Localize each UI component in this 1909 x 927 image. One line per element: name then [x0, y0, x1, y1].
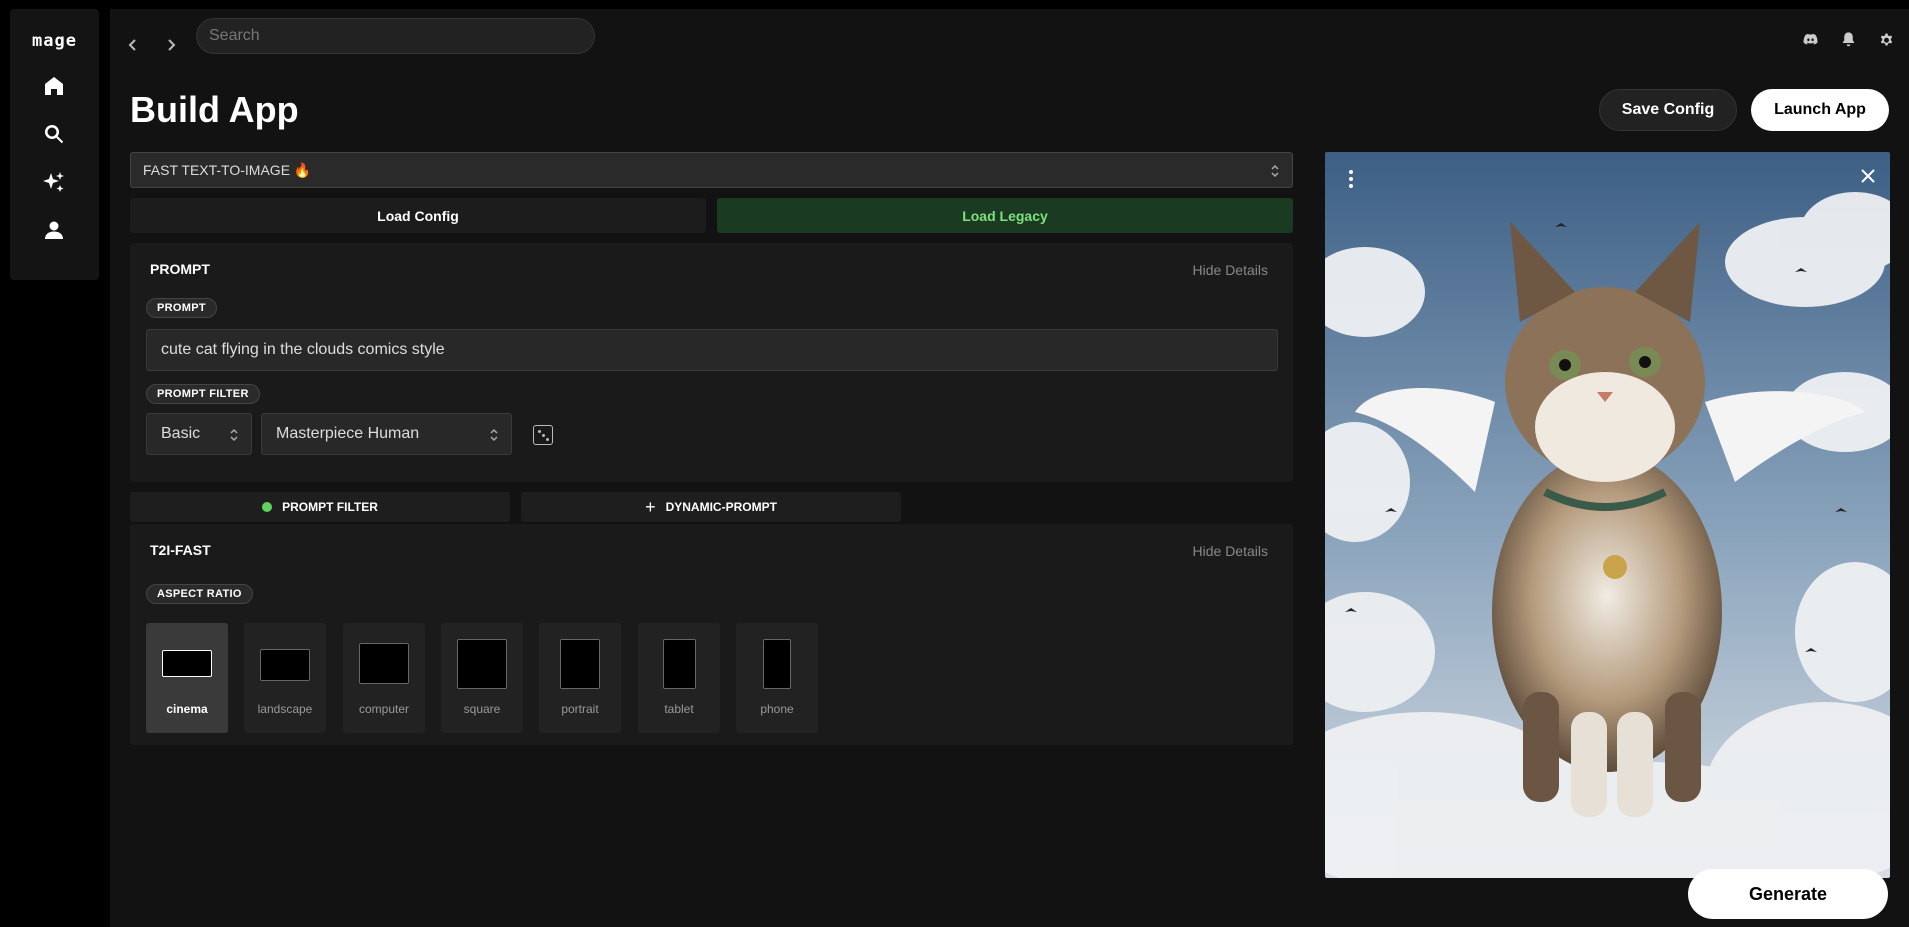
ratio-label: landscape: [257, 702, 313, 716]
launch-app-button[interactable]: Launch App: [1751, 89, 1889, 131]
sparkles-icon[interactable]: [39, 167, 69, 197]
model-select-value: FAST TEXT-TO-IMAGE 🔥: [143, 161, 312, 178]
ratio-phone[interactable]: phone: [736, 623, 818, 733]
prompt-filter-toggle-label: PROMPT FILTER: [282, 500, 378, 514]
filter-level-value: Basic: [161, 425, 201, 442]
load-legacy-button[interactable]: Load Legacy: [717, 198, 1293, 233]
t2i-card-title: T2I-FAST: [150, 542, 211, 558]
close-icon[interactable]: [1860, 168, 1876, 184]
page-title: Build App: [130, 89, 299, 130]
generated-image-preview[interactable]: [1325, 152, 1890, 878]
prompt-input[interactable]: [146, 329, 1278, 371]
ratio-landscape[interactable]: landscape: [244, 623, 326, 733]
cat-illustration: [1325, 152, 1890, 878]
bell-icon[interactable]: [1837, 28, 1859, 50]
chevron-up-down-icon: [1270, 163, 1280, 179]
ratio-label: computer: [358, 702, 410, 716]
ratio-cinema[interactable]: cinema: [146, 623, 228, 733]
prompt-filter-toggle[interactable]: PROMPT FILTER: [130, 492, 510, 522]
mage-logo[interactable]: mage: [10, 31, 99, 51]
random-dice-icon[interactable]: [533, 425, 553, 445]
computer-shape: [359, 643, 409, 684]
dynamic-prompt-toggle[interactable]: + DYNAMIC-PROMPT: [521, 492, 901, 522]
chevron-right-icon: [168, 39, 176, 51]
forward-button[interactable]: [158, 32, 184, 58]
active-status-dot: [262, 502, 273, 512]
prompt-card: PROMPT Hide Details PROMPT PROMPT FILTER…: [130, 243, 1293, 482]
load-config-button[interactable]: Load Config: [130, 198, 706, 233]
gear-icon[interactable]: [1875, 28, 1897, 50]
back-button[interactable]: [120, 32, 146, 58]
search-icon[interactable]: [39, 119, 69, 149]
ratio-label: phone: [760, 702, 794, 716]
home-icon[interactable]: [39, 71, 69, 101]
chevron-up-down-icon: [229, 427, 239, 443]
t2i-fast-card: T2I-FAST Hide Details ASPECT RATIO cinem…: [130, 524, 1293, 745]
generate-button[interactable]: Generate: [1688, 869, 1888, 919]
landscape-shape: [260, 649, 310, 681]
prompt-card-title: PROMPT: [150, 261, 210, 277]
prompt-filter-pill: PROMPT FILTER: [146, 384, 260, 404]
filter-style-value: Masterpiece Human: [276, 425, 420, 442]
ratio-label: square: [463, 702, 501, 716]
ratio-label: tablet: [664, 702, 694, 716]
left-nav-rail: mage: [10, 9, 99, 280]
hide-details-link[interactable]: Hide Details: [1193, 543, 1268, 559]
dynamic-prompt-toggle-label: DYNAMIC-PROMPT: [665, 500, 777, 514]
cinema-shape: [162, 650, 212, 677]
ratio-square[interactable]: square: [441, 623, 523, 733]
chevron-up-down-icon: [489, 427, 499, 443]
filter-style-select[interactable]: Masterpiece Human: [261, 413, 512, 455]
ratio-label: portrait: [561, 702, 599, 716]
plus-icon: +: [645, 496, 656, 517]
square-shape: [457, 639, 507, 689]
discord-icon[interactable]: [1799, 28, 1821, 50]
user-icon[interactable]: [39, 215, 69, 245]
save-config-button[interactable]: Save Config: [1599, 89, 1737, 131]
portrait-shape: [560, 639, 600, 689]
ratio-computer[interactable]: computer: [343, 623, 425, 733]
more-options-icon[interactable]: [1349, 170, 1353, 191]
ratio-portrait[interactable]: portrait: [539, 623, 621, 733]
phone-shape: [763, 639, 791, 689]
aspect-ratio-pill: ASPECT RATIO: [146, 584, 253, 604]
search-input[interactable]: [196, 18, 595, 54]
ratio-tablet[interactable]: tablet: [638, 623, 720, 733]
prompt-pill: PROMPT: [146, 298, 217, 318]
filter-level-select[interactable]: Basic: [146, 413, 252, 455]
hide-details-link[interactable]: Hide Details: [1193, 262, 1268, 278]
ratio-label: cinema: [166, 702, 208, 716]
model-select[interactable]: FAST TEXT-TO-IMAGE 🔥: [130, 152, 1293, 188]
chevron-left-icon: [128, 39, 136, 51]
tablet-shape: [663, 639, 696, 689]
